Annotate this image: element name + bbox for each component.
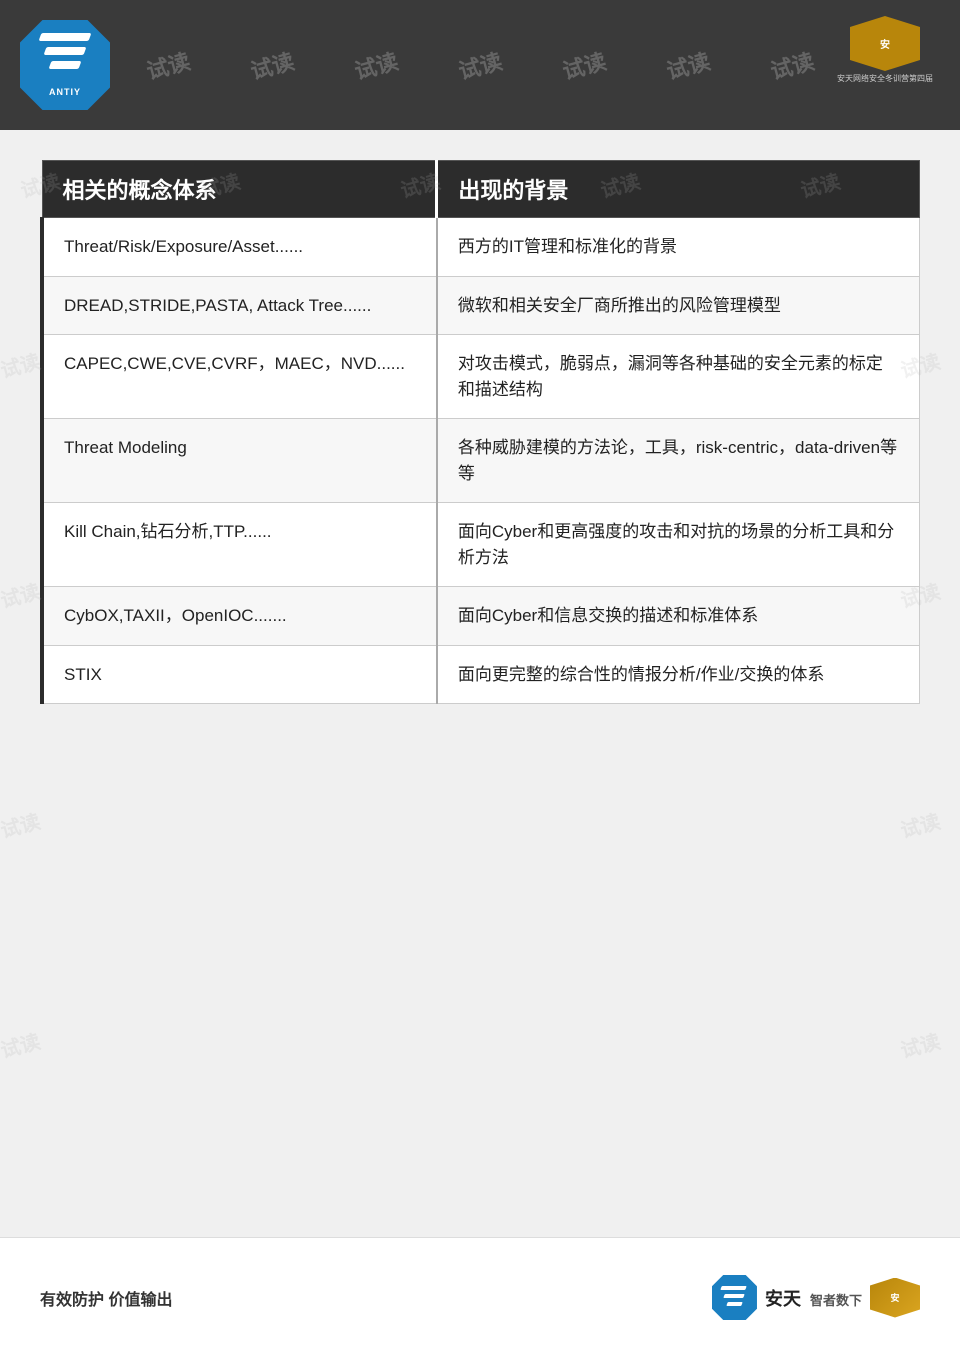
footer-company: 安天 智者数下 (765, 1285, 862, 1311)
footer-logo-area: 安天 智者数下 安 (712, 1275, 920, 1320)
table-header-row: 相关的概念体系 出现的背景 (42, 161, 920, 218)
col2-header: 出现的背景 (437, 161, 920, 218)
table-cell-col2: 面向Cyber和更高强度的攻击和对抗的场景的分析工具和分析方法 (437, 503, 920, 587)
watermark-7: 试读 (767, 44, 818, 86)
footer-stripe-2 (724, 1294, 745, 1298)
table-cell-col2: 对攻击模式，脆弱点，漏洞等各种基础的安全元素的标定和描述结构 (437, 335, 920, 419)
header-watermarks: 试读 试读 试读 试读 试读 试读 试读 (0, 0, 960, 130)
watermark-3: 试读 (351, 44, 402, 86)
watermark-5: 试读 (559, 44, 610, 86)
bwm-12: 试读 (0, 1025, 43, 1063)
table-cell-col1: STIX (42, 645, 437, 704)
main-content: 相关的概念体系 出现的背景 Threat/Risk/Exposure/Asset… (40, 160, 920, 1227)
table-cell-col2: 微软和相关安全厂商所推出的风险管理模型 (437, 276, 920, 335)
watermark-1: 试读 (143, 44, 194, 86)
footer-tagline: 智者数下 (810, 1293, 862, 1308)
table-row: STIX面向更完整的综合性的情报分析/作业/交换的体系 (42, 645, 920, 704)
footer-stripe-3 (727, 1302, 743, 1306)
col1-header: 相关的概念体系 (42, 161, 437, 218)
table-cell-col1: Kill Chain,钻石分析,TTP...... (42, 503, 437, 587)
bwm-8: 试读 (0, 575, 43, 613)
header: ANTIY 试读 试读 试读 试读 试读 试读 试读 安 安天网络安全冬训营第四… (0, 0, 960, 130)
footer-logo-icon (712, 1275, 757, 1320)
footer-logo-stripes (720, 1286, 748, 1310)
table-cell-col1: Threat/Risk/Exposure/Asset...... (42, 218, 437, 277)
footer-emblem: 安 (870, 1278, 920, 1318)
table-cell-col2: 面向Cyber和信息交换的描述和标准体系 (437, 587, 920, 646)
table-cell-col1: CybOX,TAXII，OpenIOC....... (42, 587, 437, 646)
footer-slogan: 有效防护 价值输出 (40, 1286, 172, 1310)
table-row: CybOX,TAXII，OpenIOC.......面向Cyber和信息交换的描… (42, 587, 920, 646)
bwm-10: 试读 (0, 805, 43, 843)
footer: 有效防护 价值输出 安天 智者数下 安 (0, 1237, 960, 1357)
table-row: DREAD,STRIDE,PASTA, Attack Tree......微软和… (42, 276, 920, 335)
table-cell-col2: 西方的IT管理和标准化的背景 (437, 218, 920, 277)
footer-company-name: 安天 (765, 1289, 801, 1309)
table-cell-col2: 面向更完整的综合性的情报分析/作业/交换的体系 (437, 645, 920, 704)
footer-stripe-1 (721, 1286, 747, 1290)
header-emblem: 安 (850, 16, 920, 71)
table-cell-col1: Threat Modeling (42, 419, 437, 503)
table-row: Threat Modeling各种威胁建模的方法论，工具，risk-centri… (42, 419, 920, 503)
header-right-logo: 安 安天网络安全冬训营第四届 (830, 10, 940, 90)
table-row: Threat/Risk/Exposure/Asset......西方的IT管理和… (42, 218, 920, 277)
table-row: Kill Chain,钻石分析,TTP......面向Cyber和更高强度的攻击… (42, 503, 920, 587)
table-row: CAPEC,CWE,CVE,CVRF，MAEC，NVD......对攻击模式，脆… (42, 335, 920, 419)
bwm-6: 试读 (0, 345, 43, 383)
watermark-6: 试读 (663, 44, 714, 86)
table-cell-col1: CAPEC,CWE,CVE,CVRF，MAEC，NVD...... (42, 335, 437, 419)
concept-table: 相关的概念体系 出现的背景 Threat/Risk/Exposure/Asset… (40, 160, 920, 704)
table-cell-col1: DREAD,STRIDE,PASTA, Attack Tree...... (42, 276, 437, 335)
watermark-2: 试读 (247, 44, 298, 86)
header-right-text: 安天网络安全冬训营第四届 (837, 73, 933, 84)
watermark-4: 试读 (455, 44, 506, 86)
footer-company-block: 安天 智者数下 (765, 1285, 862, 1311)
table-cell-col2: 各种威胁建模的方法论，工具，risk-centric，data-driven等等 (437, 419, 920, 503)
